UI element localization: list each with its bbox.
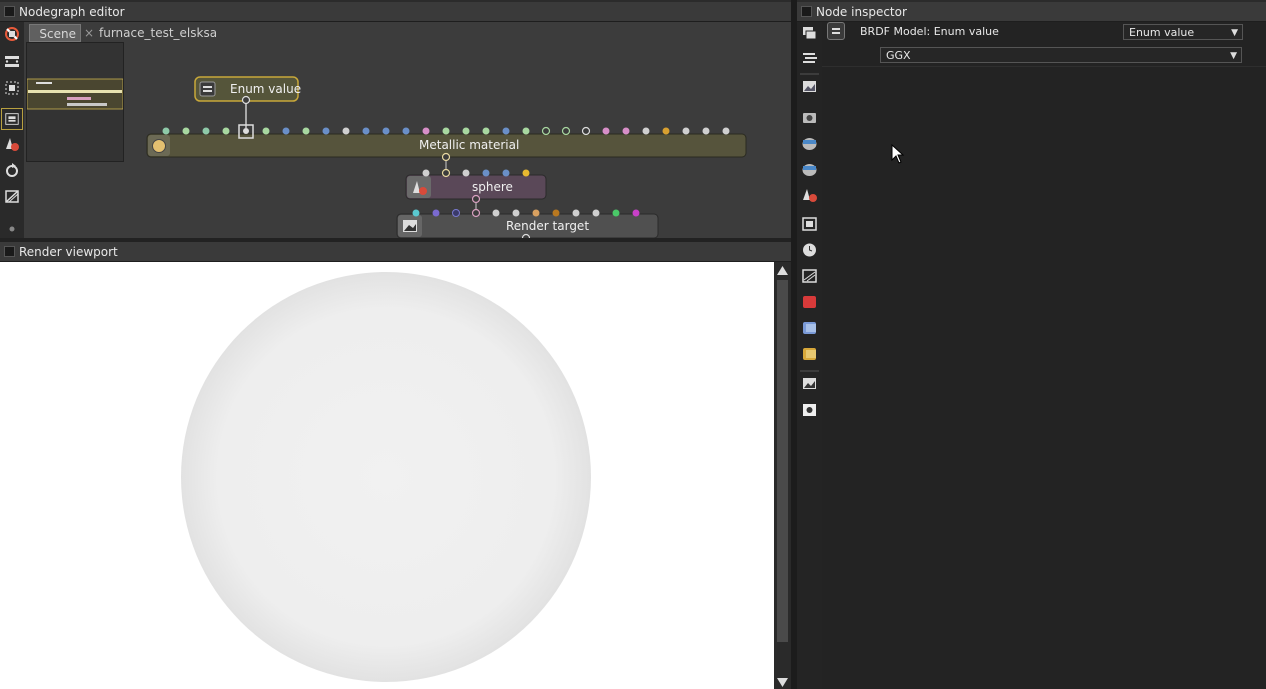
film-icon: [802, 217, 817, 231]
inspector-toolbar: [797, 22, 822, 689]
node-type-value: Enum value: [1129, 26, 1195, 39]
camera-icon: [803, 113, 816, 123]
metallic-material-node[interactable]: Metallic material: [419, 138, 519, 152]
yellow-cube-icon: [803, 348, 816, 360]
nodegraph-canvas[interactable]: Enum value Metallic material sphere Rend…: [125, 42, 791, 238]
nodegraph-title: Nodegraph editor: [19, 5, 125, 19]
fit-selection-icon[interactable]: [3, 79, 21, 97]
mouse-cursor-icon: [891, 144, 905, 164]
rendered-sphere: [181, 272, 591, 682]
texture-environment-icon: [802, 164, 817, 176]
environment-icon: [802, 138, 817, 150]
kernel-icon: [802, 269, 817, 283]
fit-nodes-icon[interactable]: [3, 53, 21, 71]
clock-icon: [803, 243, 816, 257]
panel-handle-icon[interactable]: [4, 246, 15, 257]
enum-node-icon: [827, 22, 845, 40]
brdf-model-value: GGX: [886, 49, 911, 62]
geometry-icon: [803, 189, 817, 202]
imager-icon: [803, 378, 816, 389]
recenter-icon[interactable]: [1, 108, 23, 130]
sphere-node[interactable]: sphere: [472, 180, 513, 194]
enum-value-node[interactable]: Enum value: [230, 82, 301, 96]
blue-cube-icon: [803, 322, 816, 334]
image-icon: [803, 81, 816, 92]
brdf-model-dropdown[interactable]: GGX ▼: [880, 47, 1242, 63]
node-stack-icon: [803, 27, 817, 40]
postprocess-icon: [803, 404, 816, 416]
tab-scene[interactable]: Scene: [29, 24, 81, 42]
tab-close-icon[interactable]: ×: [84, 24, 94, 42]
render-viewport-title: Render viewport: [19, 245, 118, 259]
chevron-down-icon: ▼: [1231, 28, 1238, 38]
inspector-divider: [822, 66, 1266, 67]
node-inspector-header: Node inspector: [797, 2, 1266, 22]
render-target-node[interactable]: Render target: [506, 219, 589, 233]
red-cube-icon: [803, 296, 816, 308]
dot-icon[interactable]: [3, 220, 21, 238]
render-viewport[interactable]: [0, 262, 774, 689]
panel-handle-icon[interactable]: [801, 6, 812, 17]
panel-handle-icon[interactable]: [4, 6, 15, 17]
chevron-down-icon: ▼: [1230, 51, 1237, 61]
unlink-nodes-icon[interactable]: [3, 25, 21, 43]
node-inspector-title: Node inspector: [816, 5, 907, 19]
clear-icon[interactable]: [3, 187, 21, 205]
list-icon: [803, 53, 817, 63]
refresh-icon[interactable]: [3, 161, 21, 179]
geometry-icon[interactable]: [3, 135, 21, 153]
nodegraph-minimap[interactable]: [26, 42, 124, 162]
brdf-model-label: BRDF Model: Enum value: [860, 25, 999, 38]
nodegraph-panel: Scene × furnace_test_elsksa Enum value M…: [0, 22, 791, 238]
nodegraph-toolbar: [0, 22, 24, 238]
render-viewport-header: Render viewport: [0, 242, 791, 262]
inspector-content: BRDF Model: Enum value Enum value ▼ GGX …: [822, 22, 1266, 689]
viewport-scrollbar[interactable]: [774, 262, 791, 689]
tab-furnace-test[interactable]: furnace_test_elsksa: [99, 24, 217, 42]
nodegraph-panel-header: Nodegraph editor: [0, 2, 791, 22]
node-type-dropdown[interactable]: Enum value ▼: [1123, 24, 1243, 40]
